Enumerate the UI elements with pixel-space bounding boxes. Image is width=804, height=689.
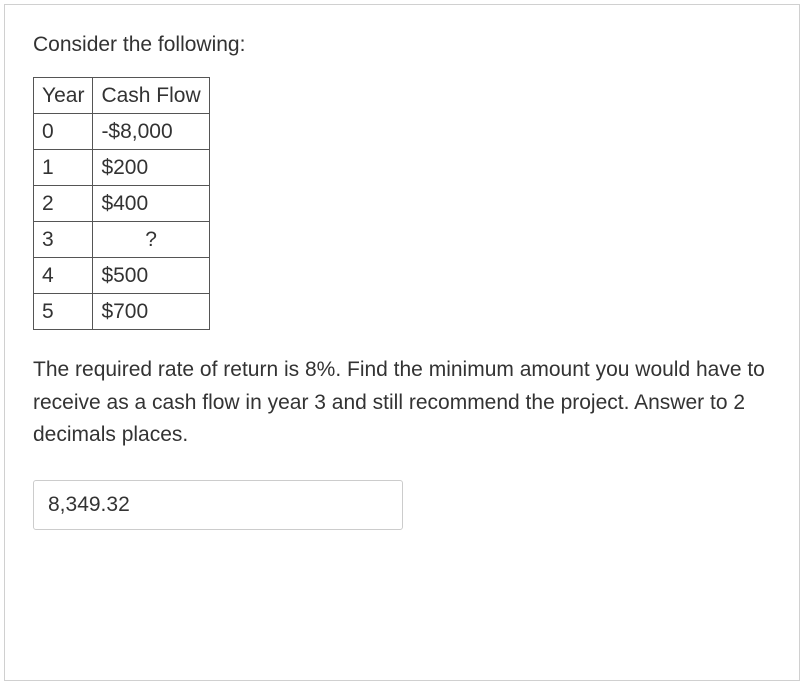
- cell-year: 2: [34, 186, 93, 222]
- cell-cashflow: -$8,000: [93, 114, 209, 150]
- cell-year: 4: [34, 258, 93, 294]
- table-row: 0 -$8,000: [34, 114, 210, 150]
- table-row: 5 $700: [34, 294, 210, 330]
- cell-year: 3: [34, 222, 93, 258]
- table-row: 3 ?: [34, 222, 210, 258]
- cashflow-table: Year Cash Flow 0 -$8,000 1 $200 2 $400 3…: [33, 77, 210, 330]
- table-header-row: Year Cash Flow: [34, 78, 210, 114]
- question-text: The required rate of return is 8%. Find …: [33, 354, 771, 452]
- answer-input[interactable]: [33, 480, 403, 530]
- intro-text: Consider the following:: [33, 33, 771, 57]
- cell-year: 0: [34, 114, 93, 150]
- cell-cashflow: $500: [93, 258, 209, 294]
- table-row: 4 $500: [34, 258, 210, 294]
- col-header-cashflow: Cash Flow: [93, 78, 209, 114]
- cell-year: 5: [34, 294, 93, 330]
- question-card: Consider the following: Year Cash Flow 0…: [4, 4, 800, 681]
- cell-cashflow: $400: [93, 186, 209, 222]
- cell-cashflow: ?: [93, 222, 209, 258]
- cell-cashflow: $700: [93, 294, 209, 330]
- col-header-year: Year: [34, 78, 93, 114]
- cell-year: 1: [34, 150, 93, 186]
- table-row: 1 $200: [34, 150, 210, 186]
- table-row: 2 $400: [34, 186, 210, 222]
- cell-cashflow: $200: [93, 150, 209, 186]
